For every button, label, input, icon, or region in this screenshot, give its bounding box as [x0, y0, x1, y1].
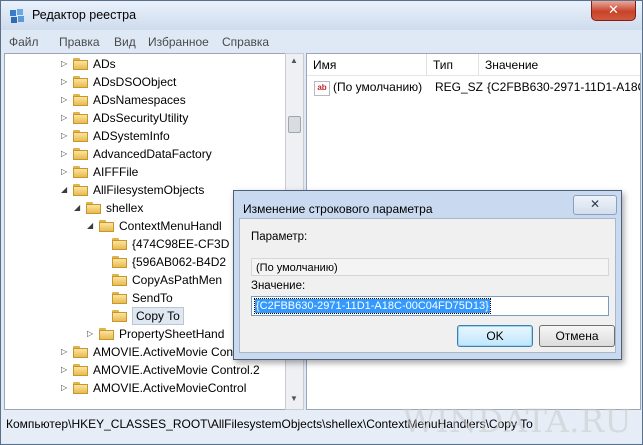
- registry-editor-icon: [10, 9, 24, 23]
- value-row-data: {C2FBB630-2971-11D1-A18C-: [487, 80, 641, 94]
- param-name-field: (По умолчанию): [251, 258, 609, 276]
- tree-item[interactable]: ▷ ADSystemInfo: [61, 127, 286, 145]
- value-data-input[interactable]: {C2FBB630-2971-11D1-A18C-00C04FD75D13}: [251, 296, 609, 316]
- value-row-name[interactable]: (По умолчанию): [333, 80, 422, 94]
- ok-button[interactable]: OK: [457, 325, 533, 347]
- collapse-arrow-icon[interactable]: ◢: [87, 217, 93, 235]
- tree-item-label: AMOVIE.ActiveMovieControl: [93, 381, 247, 395]
- column-header-type[interactable]: Тип: [427, 54, 479, 76]
- expand-arrow-icon[interactable]: ▷: [61, 379, 67, 397]
- tree-item-label: PropertySheetHand: [119, 327, 225, 341]
- menu-edit[interactable]: Правка: [59, 35, 100, 49]
- scroll-up-arrow-icon[interactable]: ▲: [290, 56, 298, 65]
- tree-item-label: ADSystemInfo: [93, 129, 170, 143]
- folder-icon: [112, 238, 127, 250]
- folder-icon: [73, 112, 88, 124]
- expand-arrow-icon[interactable]: ▷: [61, 361, 67, 379]
- folder-icon: [73, 184, 88, 196]
- string-value-icon: ab: [314, 81, 330, 96]
- column-header-value[interactable]: Значение: [479, 54, 640, 76]
- status-bar: Компьютер\HKEY_CLASSES_ROOT\AllFilesyste…: [1, 402, 642, 443]
- tree-item-label: ADs: [93, 57, 116, 71]
- watermark: WINDATA.RU: [402, 402, 632, 440]
- scroll-down-arrow-icon[interactable]: ▼: [290, 394, 298, 403]
- tree-item[interactable]: ▷ AMOVIE.ActiveMovieControl: [61, 379, 286, 397]
- tree-item-label: shellex: [106, 201, 144, 215]
- menu-view[interactable]: Вид: [114, 35, 136, 49]
- folder-icon: [73, 130, 88, 142]
- folder-icon: [73, 382, 88, 394]
- tree-item-label: ADsDSOObject: [93, 75, 177, 89]
- expand-arrow-icon[interactable]: ▷: [87, 325, 93, 343]
- tree-item[interactable]: ▷ ADsDSOObject: [61, 73, 286, 91]
- tree-item[interactable]: ▷ AMOVIE.ActiveMovie Control.2: [61, 361, 286, 379]
- cancel-button[interactable]: Отмена: [539, 325, 615, 347]
- folder-icon: [73, 346, 88, 358]
- folder-icon: [73, 364, 88, 376]
- tree-item-label: SendTo: [132, 291, 173, 305]
- folder-icon: [73, 166, 88, 178]
- edit-string-dialog: Изменение строкового параметра ✕ Парамет…: [233, 190, 622, 360]
- tree-item-label: AIFFFile: [93, 165, 139, 179]
- tree-item-label: AMOVIE.ActiveMovie Control.2: [93, 363, 260, 377]
- expand-arrow-icon[interactable]: ▷: [61, 343, 67, 361]
- dialog-title: Изменение строкового параметра: [243, 202, 433, 216]
- tree-item[interactable]: ▷ AdvancedDataFactory: [61, 145, 286, 163]
- window-title: Редактор реестра: [32, 8, 137, 22]
- menu-favorites[interactable]: Избранное: [148, 35, 209, 49]
- column-header-name[interactable]: Имя: [307, 54, 427, 76]
- tree-item-label: {474C98EE-CF3D: [132, 237, 230, 251]
- folder-icon: [112, 310, 127, 322]
- folder-icon: [112, 256, 127, 268]
- expand-arrow-icon[interactable]: ▷: [61, 163, 67, 181]
- value-label: Значение:: [251, 280, 306, 292]
- window-close-button[interactable]: ✕: [591, 1, 636, 21]
- tree-item-label: AllFilesystemObjects: [93, 183, 205, 197]
- tree-item-label: ADsNamespaces: [93, 93, 186, 107]
- expand-arrow-icon[interactable]: ▷: [61, 127, 67, 145]
- title-bar[interactable]: Редактор реестра ✕: [1, 1, 642, 30]
- dialog-body: Параметр: (По умолчанию) Значение: {C2FB…: [239, 218, 616, 353]
- folder-icon: [73, 76, 88, 88]
- menu-help[interactable]: Справка: [222, 35, 269, 49]
- folder-icon: [73, 58, 88, 70]
- collapse-arrow-icon[interactable]: ◢: [74, 199, 80, 217]
- folder-icon: [112, 292, 127, 304]
- expand-arrow-icon[interactable]: ▷: [61, 55, 67, 73]
- tree-item[interactable]: ▷ ADsSecurityUtility: [61, 109, 286, 127]
- tree-item-label: AdvancedDataFactory: [93, 147, 212, 161]
- expand-arrow-icon[interactable]: ▷: [61, 91, 67, 109]
- tree-item-label: ContextMenuHandl: [119, 219, 222, 233]
- expand-arrow-icon[interactable]: ▷: [61, 73, 67, 91]
- collapse-arrow-icon[interactable]: ◢: [61, 181, 67, 199]
- tree-item-label: Copy To: [132, 307, 184, 325]
- value-row-type: REG_SZ: [435, 80, 484, 94]
- folder-icon: [73, 148, 88, 160]
- folder-icon: [99, 220, 114, 232]
- param-label: Параметр:: [251, 231, 308, 243]
- dialog-close-button[interactable]: ✕: [573, 195, 617, 215]
- tree-item-label: CopyAsPathMen: [132, 273, 223, 287]
- tree-item[interactable]: ▷ ADsNamespaces: [61, 91, 286, 109]
- folder-icon: [86, 202, 101, 214]
- tree-item-label: ADsSecurityUtility: [93, 111, 189, 125]
- menu-bar: Файл Правка Вид Избранное Справка: [1, 32, 642, 53]
- folder-icon: [73, 94, 88, 106]
- tree-item[interactable]: ▷ AIFFFile: [61, 163, 286, 181]
- expand-arrow-icon[interactable]: ▷: [61, 109, 67, 127]
- tree-item-label: AMOVIE.ActiveMovie Control: [93, 345, 250, 359]
- value-data-selected-text: {C2FBB630-2971-11D1-A18C-00C04FD75D13}: [254, 298, 491, 314]
- tree-item[interactable]: ▷ ADs: [61, 55, 286, 73]
- expand-arrow-icon[interactable]: ▷: [61, 145, 67, 163]
- scrollbar-thumb[interactable]: [288, 116, 301, 133]
- tree-item-label: {596AB062-B4D2: [132, 255, 227, 269]
- menu-file[interactable]: Файл: [9, 35, 39, 49]
- folder-icon: [112, 274, 127, 286]
- folder-icon: [99, 328, 114, 340]
